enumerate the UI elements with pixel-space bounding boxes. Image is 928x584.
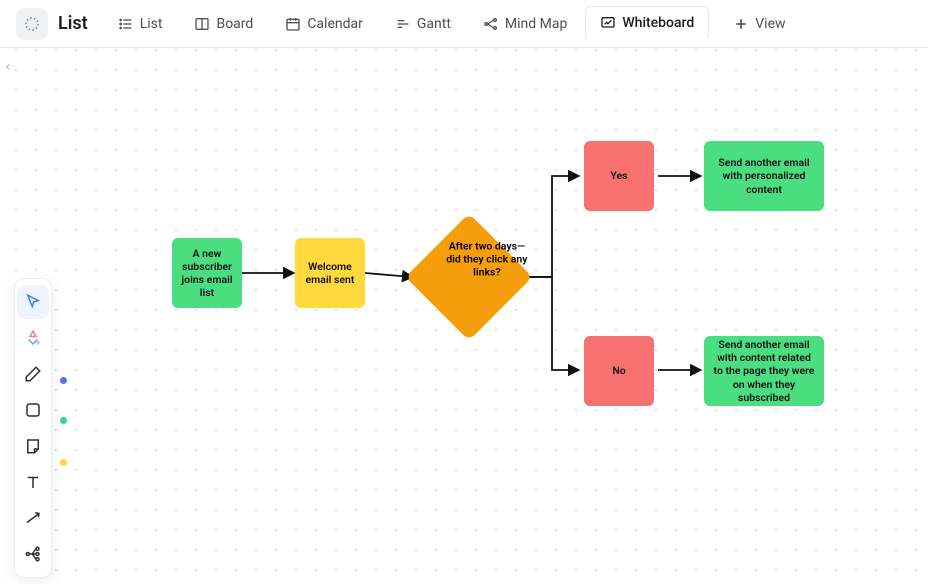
add-view-button[interactable]: View <box>719 8 799 40</box>
whiteboard-icon <box>600 15 616 31</box>
tab-mindmap[interactable]: Mind Map <box>469 8 581 40</box>
tool-connector[interactable] <box>17 501 49 535</box>
whiteboard-toolbox: + <box>14 278 52 578</box>
gantt-icon <box>395 16 411 32</box>
space-name: List <box>58 13 88 34</box>
node-decision[interactable]: After two days—did they click any links? <box>405 213 532 340</box>
tab-label: Calendar <box>307 16 363 32</box>
node-yes[interactable]: Yes <box>584 141 654 211</box>
add-view-label: View <box>755 16 785 32</box>
color-dot-3[interactable] <box>60 459 67 466</box>
view-tabs-bar: List List Board Calendar Gantt Mind Map … <box>0 0 928 48</box>
calendar-icon <box>285 16 301 32</box>
board-icon <box>194 16 210 32</box>
list-icon <box>118 16 134 32</box>
space-chip[interactable]: List <box>16 8 88 40</box>
node-start[interactable]: A new subscriber joins email list <box>172 238 242 308</box>
tab-gantt[interactable]: Gantt <box>381 8 465 40</box>
tool-shapes[interactable]: + <box>17 321 49 355</box>
tool-graph[interactable] <box>17 537 49 571</box>
tool-rectangle[interactable] <box>17 393 49 427</box>
space-icon <box>16 8 48 40</box>
tool-pen[interactable] <box>17 357 49 391</box>
tab-label: Mind Map <box>505 16 567 32</box>
svg-text:+: + <box>36 339 40 348</box>
tab-calendar[interactable]: Calendar <box>271 8 377 40</box>
tool-cursor[interactable] <box>17 285 49 319</box>
tab-board[interactable]: Board <box>180 8 267 40</box>
tab-whiteboard[interactable]: Whiteboard <box>585 6 709 41</box>
tab-label: Board <box>216 16 253 32</box>
tab-label: Whiteboard <box>622 15 694 31</box>
mindmap-icon <box>483 16 499 32</box>
whiteboard-canvas[interactable]: A new subscriber joins email list Welcom… <box>0 48 928 584</box>
tab-list[interactable]: List <box>104 8 177 40</box>
tab-label: List <box>140 16 163 32</box>
tool-sticky[interactable] <box>17 429 49 463</box>
color-dot-1[interactable] <box>60 377 67 384</box>
node-no[interactable]: No <box>584 336 654 406</box>
node-welcome[interactable]: Welcome email sent <box>295 238 365 308</box>
node-outcome-no[interactable]: Send another email with content related … <box>704 336 824 406</box>
tool-text[interactable] <box>17 465 49 499</box>
plus-icon <box>733 16 749 32</box>
node-outcome-yes[interactable]: Send another email with personalized con… <box>704 141 824 211</box>
tab-label: Gantt <box>417 16 451 32</box>
color-dot-2[interactable] <box>60 417 67 424</box>
